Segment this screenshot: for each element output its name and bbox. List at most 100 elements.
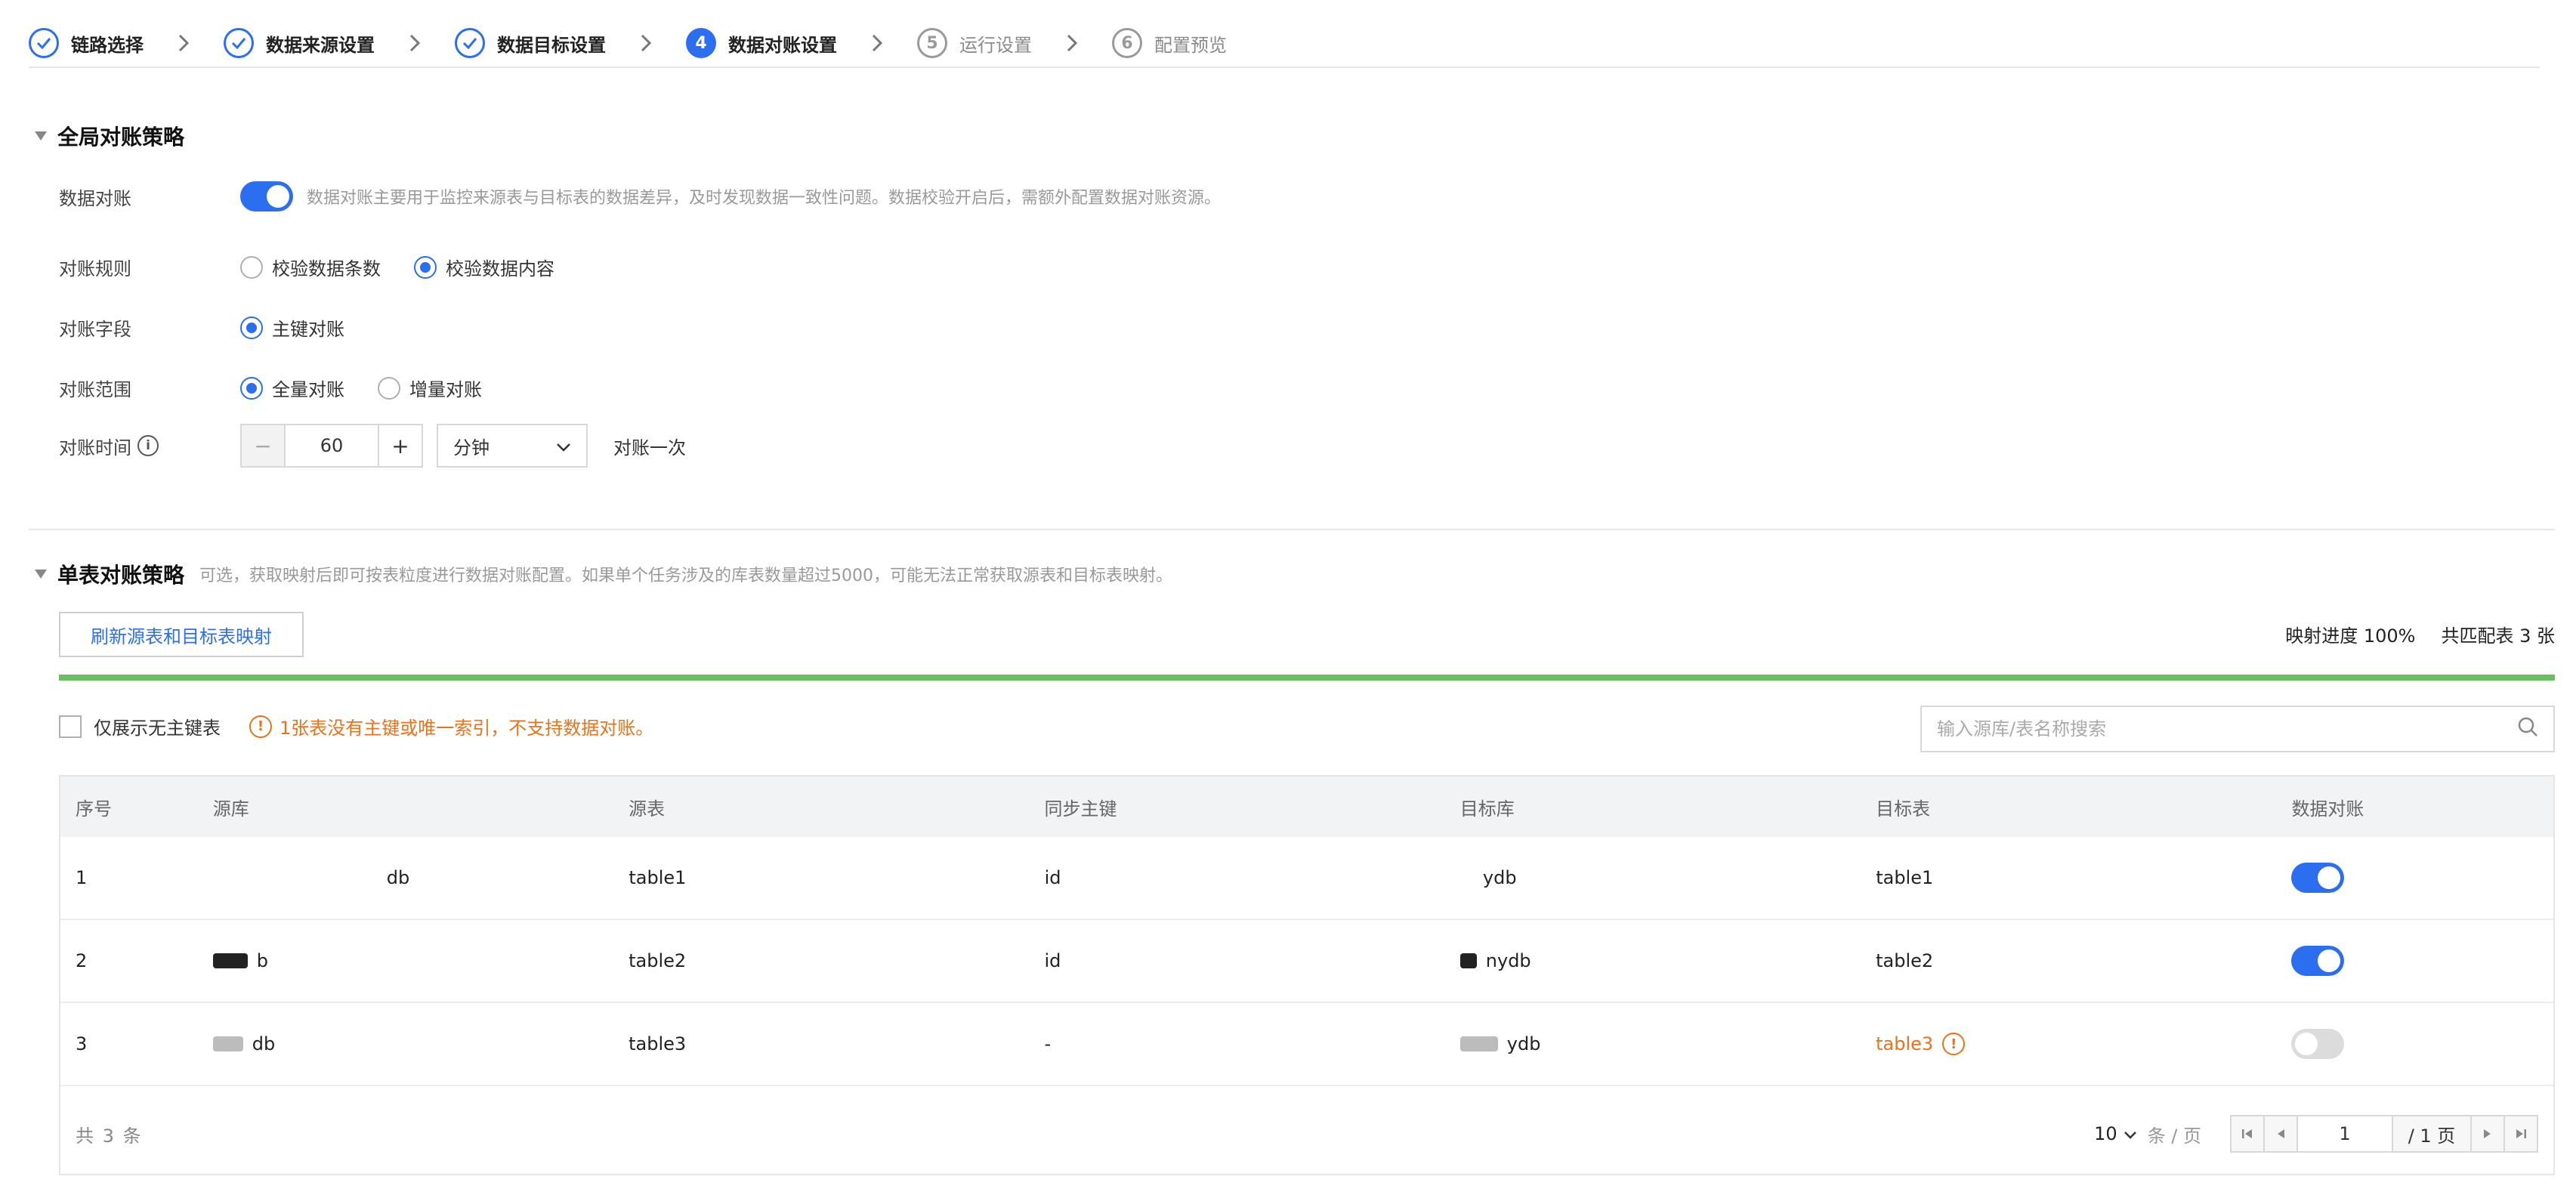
- cell-index: 3: [76, 1033, 88, 1054]
- next-page-icon: [2484, 1129, 2491, 1138]
- chevron-right-icon: [837, 34, 917, 52]
- radio-rule-content[interactable]: 校验数据内容: [414, 254, 554, 280]
- prev-page-button[interactable]: [2263, 1115, 2298, 1153]
- rule-row: 对账规则 校验数据条数 校验数据内容: [59, 254, 554, 280]
- step-label: 数据对账设置: [728, 34, 837, 56]
- radio-rule-count[interactable]: 校验数据条数: [240, 254, 381, 280]
- masked-text: [1459, 953, 1477, 968]
- progress-text: 映射进度 100%: [2285, 625, 2416, 647]
- step-number: 5: [917, 28, 947, 58]
- toggle-knob: [2295, 1033, 2318, 1055]
- target-db-text: ydb: [1482, 867, 1517, 888]
- page-size-value: 10: [2094, 1123, 2117, 1144]
- search-input[interactable]: [1937, 718, 2517, 739]
- reconcile-hint: 数据对账主要用于监控来源表与目标表的数据差异，及时发现数据一致性问题。数据校验开…: [307, 189, 1222, 208]
- search-icon[interactable]: [2517, 716, 2538, 742]
- info-icon[interactable]: i: [137, 435, 159, 456]
- last-page-button[interactable]: [2503, 1115, 2538, 1153]
- radio-field-pk[interactable]: 主键对账: [240, 314, 344, 341]
- cell-pk: id: [1044, 950, 1061, 971]
- global-section-header[interactable]: 全局对账策略: [35, 121, 184, 151]
- toggle-knob: [267, 185, 289, 208]
- form-label: 数据对账: [59, 187, 131, 209]
- radio-label: 校验数据条数: [272, 258, 381, 279]
- cell-source-db: db: [198, 867, 614, 888]
- rule-radio-group: 校验数据条数 校验数据内容: [240, 254, 554, 280]
- target-db-text: nydb: [1485, 950, 1531, 971]
- cell-target-db: ydb: [1445, 1033, 1861, 1054]
- step-run-settings[interactable]: 5 运行设置: [917, 28, 1032, 58]
- chevron-right-icon: [606, 34, 686, 52]
- increment-button[interactable]: +: [378, 425, 422, 466]
- step-reconcile-settings[interactable]: 4 数据对账设置: [686, 28, 837, 58]
- per-page-label: 条 / 页: [2147, 1125, 2201, 1147]
- radio-scope-full[interactable]: 全量对账: [240, 375, 344, 401]
- checkbox-label: 仅展示无主键表: [94, 718, 221, 739]
- row-reconcile-toggle[interactable]: [2291, 1029, 2345, 1059]
- step-source-settings[interactable]: 数据来源设置: [224, 28, 375, 58]
- source-db-text: db: [386, 867, 410, 888]
- decrement-button[interactable]: −: [242, 425, 286, 466]
- source-db-text: b: [256, 950, 269, 971]
- toggle-knob: [2318, 866, 2341, 889]
- only-no-pk-checkbox[interactable]: [59, 715, 82, 738]
- chevron-right-icon: [375, 34, 455, 52]
- radio-dot: [414, 255, 437, 279]
- page-input[interactable]: 1: [2296, 1115, 2393, 1153]
- caret-down-icon: [35, 131, 47, 140]
- time-value[interactable]: 60: [286, 425, 378, 466]
- target-table-text: table3: [1876, 1033, 1934, 1054]
- cell-source-table: table1: [629, 867, 687, 888]
- warning-icon[interactable]: !: [1942, 1033, 1966, 1055]
- radio-dot: [240, 316, 263, 339]
- check-circle-icon: [29, 28, 59, 58]
- cell-source-db: db: [198, 1033, 613, 1054]
- total-pages: / 1 页: [2392, 1115, 2472, 1153]
- cell-source-table: table2: [629, 950, 687, 971]
- radio-dot: [240, 255, 263, 279]
- time-stepper: − 60 +: [240, 424, 423, 468]
- column-header: 源表: [629, 798, 666, 820]
- step-label: 数据来源设置: [266, 34, 375, 56]
- section-title: 单表对账策略: [57, 563, 185, 588]
- row-reconcile-toggle[interactable]: [2291, 946, 2345, 976]
- time-label: 对账时间: [59, 437, 131, 459]
- row-reconcile-toggle[interactable]: [2291, 863, 2345, 893]
- radio-dot: [240, 376, 263, 400]
- step-target-settings[interactable]: 数据目标设置: [455, 28, 606, 58]
- cell-source-table: table3: [629, 1033, 687, 1054]
- time-row: 对账时间 i − 60 + 分钟 对账一次: [59, 424, 686, 468]
- pagination: 10 条 / 页 1 / 1 页: [2094, 1115, 2538, 1153]
- select-value: 分钟: [453, 437, 490, 459]
- search-box: [1920, 706, 2555, 752]
- mapping-table: 序号 源库 源表 同步主键 目标库 目标表 数据对账 1 db table1 i…: [59, 775, 2555, 1175]
- prev-page-icon: [2278, 1129, 2284, 1138]
- first-page-button[interactable]: [2230, 1115, 2265, 1153]
- radio-label: 全量对账: [272, 379, 344, 400]
- caret-down-icon: [35, 570, 47, 579]
- single-section-header[interactable]: 单表对账策略 可选，获取映射后即可按表粒度进行数据对账配置。如果单个任务涉及的库…: [35, 559, 1172, 589]
- cell-reconcile: [2276, 863, 2553, 893]
- cell-index: 2: [76, 950, 88, 971]
- total-count: 共 3 条: [76, 1125, 143, 1147]
- step-label: 运行设置: [959, 34, 1032, 56]
- section-divider: [29, 529, 2555, 530]
- next-page-button[interactable]: [2470, 1115, 2505, 1153]
- matched-count: 共匹配表 3 张: [2441, 625, 2555, 647]
- masked-text: [212, 1036, 243, 1051]
- refresh-mapping-button[interactable]: 刷新源表和目标表映射: [59, 612, 304, 657]
- step-config-preview[interactable]: 6 配置预览: [1112, 28, 1227, 58]
- scope-row: 对账范围 全量对账 增量对账: [59, 375, 482, 401]
- chevron-down-icon: [2124, 1123, 2137, 1144]
- table-header: 序号 源库 源表 同步主键 目标库 目标表 数据对账: [60, 777, 2553, 837]
- radio-dot: [378, 376, 400, 400]
- column-header: 源库: [212, 798, 249, 820]
- time-unit-select[interactable]: 分钟: [437, 424, 588, 468]
- reconcile-toggle[interactable]: [240, 181, 293, 212]
- radio-scope-incremental[interactable]: 增量对账: [378, 375, 482, 401]
- step-link-select[interactable]: 链路选择: [29, 28, 144, 58]
- warning-icon: !: [249, 715, 272, 738]
- toggle-knob: [2318, 949, 2341, 972]
- page-size-select[interactable]: 10: [2094, 1123, 2137, 1144]
- step-label: 链路选择: [71, 34, 144, 56]
